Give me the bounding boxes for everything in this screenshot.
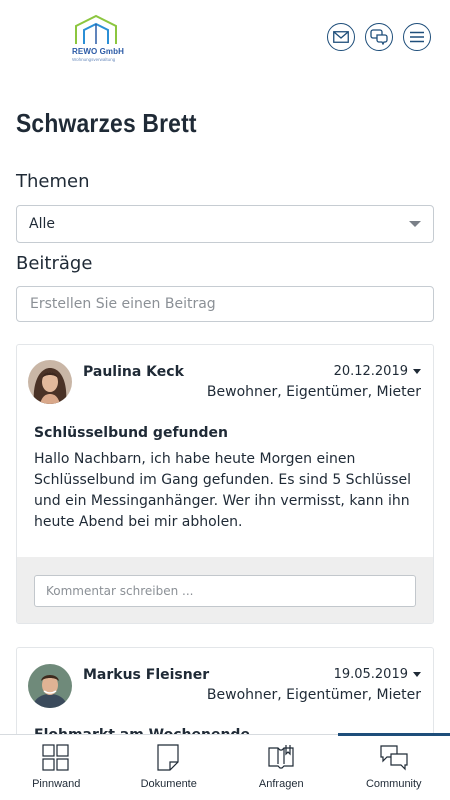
avatar[interactable]	[28, 664, 72, 708]
post-card: Paulina Keck 20.12.2019 Bewohner, Eigent…	[16, 344, 434, 624]
post-date: 20.12.2019	[333, 364, 408, 379]
mail-icon	[333, 31, 349, 43]
create-post-input[interactable]	[16, 286, 434, 322]
comment-input[interactable]: Kommentar schreiben ...	[34, 575, 416, 607]
inquiry-icon	[268, 745, 294, 769]
tab-pinnwand[interactable]: Pinnwand	[0, 735, 113, 800]
themen-label: Themen	[16, 171, 90, 192]
chevron-down-icon	[409, 221, 421, 227]
document-icon	[157, 744, 179, 771]
company-logo[interactable]: REWO GmbH Wohnungsverwaltung	[70, 14, 126, 64]
post-date-menu[interactable]: 20.12.2019	[334, 364, 421, 379]
comment-area: Kommentar schreiben ...	[17, 557, 433, 623]
beitraege-label: Beiträge	[16, 253, 93, 274]
comment-placeholder: Kommentar schreiben ...	[46, 584, 194, 598]
tab-dokumente[interactable]: Dokumente	[113, 735, 226, 800]
post-date-menu[interactable]: 19.05.2019	[334, 667, 421, 682]
post-author[interactable]: Markus Fleisner	[83, 667, 209, 683]
app-header: REWO GmbH Wohnungsverwaltung	[0, 0, 450, 80]
post-title: Schlüsselbund gefunden	[34, 425, 228, 441]
chat-button[interactable]	[365, 23, 393, 51]
post-roles: Bewohner, Eigentümer, Mieter	[206, 687, 421, 703]
user-photo-icon	[28, 360, 72, 404]
post-date: 19.05.2019	[333, 667, 408, 682]
bottom-tab-bar: Pinnwand Dokumente Anfragen Community	[0, 733, 450, 800]
menu-icon	[410, 31, 424, 43]
tab-anfragen[interactable]: Anfragen	[225, 735, 338, 800]
themen-selected-value: Alle	[29, 216, 55, 232]
tab-community[interactable]: Community	[337, 733, 450, 800]
chevron-down-icon	[413, 369, 421, 374]
mail-button[interactable]	[327, 23, 355, 51]
avatar[interactable]	[28, 360, 72, 404]
themen-select[interactable]: Alle	[16, 205, 434, 243]
logo-tagline: Wohnungsverwaltung	[72, 57, 116, 62]
tab-label: Community	[365, 778, 422, 790]
logo-company-name: REWO GmbH	[72, 47, 125, 56]
menu-button[interactable]	[403, 23, 431, 51]
tab-label: Dokumente	[140, 778, 197, 790]
house-logo-icon	[75, 14, 117, 44]
page-title: Schwarzes Brett	[16, 108, 197, 138]
post-body: Hallo Nachbarn, ich habe heute Morgen ei…	[34, 451, 411, 530]
chat-icon	[370, 29, 388, 45]
post-author[interactable]: Paulina Keck	[83, 364, 184, 380]
user-photo-icon	[28, 664, 72, 708]
tab-label: Anfragen	[258, 778, 304, 790]
chevron-down-icon	[413, 672, 421, 677]
grid-icon	[42, 744, 69, 771]
post-roles: Bewohner, Eigentümer, Mieter	[206, 384, 421, 400]
community-chat-icon	[380, 745, 408, 771]
tab-label: Pinnwand	[32, 778, 81, 790]
